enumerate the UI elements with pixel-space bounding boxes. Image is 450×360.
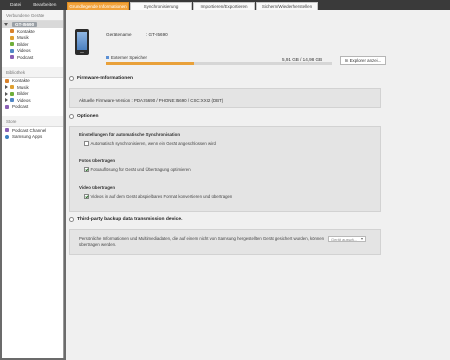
model-value: : GT-I5690 <box>146 32 168 37</box>
third-party-description: Persönliche Informationen und Multimedia… <box>79 236 325 247</box>
video-convert-option[interactable]: Videos in auf dem Gerät abspielbares For… <box>84 194 232 199</box>
expand-icon[interactable] <box>4 23 8 26</box>
collapse-icon[interactable] <box>69 217 74 222</box>
pictures-icon <box>10 91 14 96</box>
device-select-value: Gerät auswä... <box>331 236 358 242</box>
expand-icon[interactable] <box>5 85 8 90</box>
phone-image <box>75 29 89 55</box>
contacts-icon <box>5 78 9 83</box>
auto-sync-option[interactable]: Automatisch synchronisieren, wenn ein Ge… <box>84 141 216 146</box>
firmware-version: Aktuelle Firmware-Version : PDA:I5690 / … <box>79 98 224 103</box>
music-icon <box>10 85 14 90</box>
tab-basic-info[interactable]: Grundlegende Informationen <box>67 2 129 10</box>
sidebar-item-samsung-apps[interactable]: Samsung Apps <box>2 134 63 141</box>
contacts-icon <box>10 29 14 34</box>
collapse-icon[interactable] <box>69 114 74 119</box>
menu-bearbeiten[interactable]: Bearbeiten <box>27 3 62 8</box>
storage-color-icon <box>106 56 109 59</box>
show-in-explorer-button[interactable]: In Explorer anzei... <box>340 56 386 65</box>
collapse-icon[interactable] <box>69 76 74 81</box>
podcast-icon <box>5 104 9 109</box>
firmware-section-header[interactable]: Firmware-Informationen <box>69 76 133 81</box>
podcast-channel-icon <box>5 128 9 133</box>
podcast-icon <box>10 55 14 60</box>
sidebar-item-label: Musik <box>17 35 29 41</box>
storage-bar-fill <box>106 62 195 65</box>
device-name: GT-I5690 <box>12 22 38 27</box>
tab-bar: Grundlegende Informationen Synchronisier… <box>67 2 319 10</box>
sidebar-item-label: Podcast <box>17 54 34 60</box>
third-party-section-header[interactable]: Third-party backup data transmission dev… <box>69 217 182 222</box>
third-party-title: Third-party backup data transmission dev… <box>77 217 183 222</box>
videos-icon <box>10 48 14 53</box>
sidebar-item-label: Kontakte <box>17 28 35 34</box>
sidebar-item-label: Kontakte <box>12 78 30 84</box>
sidebar-item-label: Videos <box>17 97 31 103</box>
expand-icon[interactable] <box>5 98 8 103</box>
menu-datei[interactable]: Datei <box>4 3 27 8</box>
photo-optimize-option[interactable]: Fotoauflösung für Gerät und Übertragung … <box>84 167 191 172</box>
tab-sync[interactable]: Synchronisierung <box>130 2 192 10</box>
music-icon <box>10 35 14 40</box>
samsung-apps-icon <box>5 134 9 139</box>
device-select-dropdown[interactable]: Gerät auswä... <box>328 236 366 242</box>
firmware-title: Firmware-Informationen <box>77 76 133 81</box>
videos-icon <box>10 98 14 103</box>
photo-optimize-label: Fotoauflösung für Gerät und Übertragung … <box>90 167 191 172</box>
auto-sync-title: Einstellungen für automatische Synchroni… <box>79 132 180 137</box>
auto-sync-checkbox[interactable] <box>84 141 89 146</box>
storage-bar <box>106 62 332 65</box>
tab-import-export[interactable]: Importieren/Exportieren <box>193 2 255 10</box>
sidebar-store-title: Store <box>2 116 63 127</box>
sidebar-item-label: Samsung Apps <box>12 134 43 140</box>
sidebar-item-label: Bilder <box>17 41 29 47</box>
storage-label-text: Externer Speicher <box>111 55 148 60</box>
sidebar: Verbundene Geräte GT-I5690 Kontakte Musi… <box>2 10 64 358</box>
pictures-icon <box>10 42 14 47</box>
auto-sync-label: Automatisch synchronisieren, wenn ein Ge… <box>90 141 216 146</box>
sidebar-connected-title: Verbundene Geräte <box>2 10 63 21</box>
photo-transfer-title: Fotos übertragen <box>79 158 116 163</box>
video-convert-checkbox[interactable] <box>84 194 89 199</box>
sidebar-library-title: Bibliothek <box>2 66 63 78</box>
expand-icon[interactable] <box>5 91 8 96</box>
sidebar-item-label: Musik <box>17 84 29 90</box>
video-convert-label: Videos in auf dem Gerät abspielbares For… <box>90 194 233 199</box>
sidebar-item-label: Podcast Channel <box>12 127 47 133</box>
model-label: Gerätename <box>106 32 132 37</box>
sidebar-item-label: Videos <box>17 48 31 54</box>
tab-backup-restore[interactable]: Sichern/Wiederherstellen <box>256 2 318 10</box>
sidebar-item-label: Podcast <box>12 104 29 110</box>
options-title: Optionen <box>77 114 99 119</box>
storage-label: Externer Speicher <box>106 55 147 60</box>
photo-optimize-checkbox[interactable] <box>84 167 89 172</box>
options-section-header[interactable]: Optionen <box>69 114 98 119</box>
chevron-down-icon <box>361 238 363 240</box>
video-transfer-title: Video übertragen <box>79 185 116 190</box>
sidebar-device[interactable]: GT-I5690 <box>2 21 63 28</box>
sidebar-item-label: Bilder <box>17 91 29 97</box>
